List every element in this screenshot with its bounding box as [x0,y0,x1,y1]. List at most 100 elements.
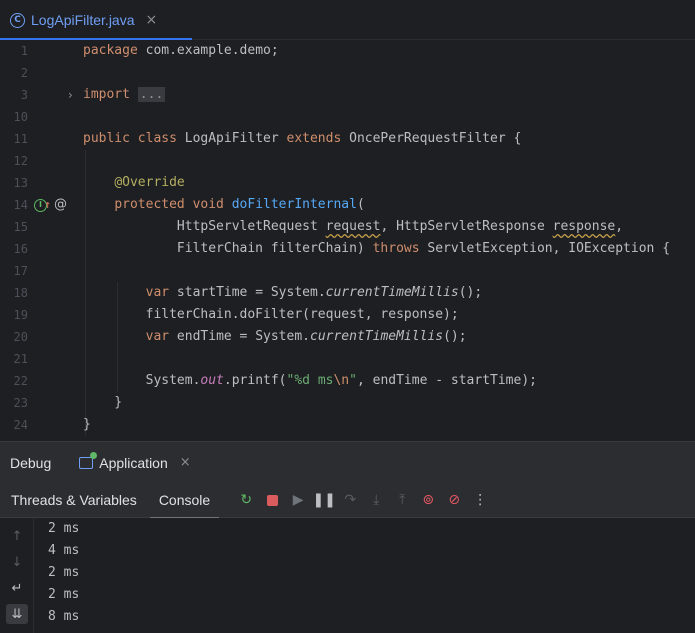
step-over-icon[interactable]: ↷ [337,487,363,513]
view-breakpoints-icon[interactable]: ⊚ [415,487,441,513]
code-line[interactable]: 20 var endTime = System.currentTimeMilli… [0,326,695,348]
code-line[interactable]: 11 public class LogApiFilter extends Once… [0,128,695,150]
code-token: currentTimeMillis [325,285,459,300]
down-arrow-icon[interactable]: ↓ [6,552,28,572]
code-token: LogApiFilter [176,131,287,146]
code-token: filterChain.doFilter(request, response); [83,307,459,322]
line-number: 19 [13,308,28,322]
code-line[interactable]: 1 package com.example.demo; [0,40,695,62]
line-number: 12 [13,154,28,168]
code-text: protected void doFilterInternal( [83,194,364,216]
code-token: FilterChain filterChain) [83,241,373,256]
code-token: System. [83,373,201,388]
mute-breakpoints-icon[interactable]: ⊘ [441,487,467,513]
code-text: var endTime = System.currentTimeMillis()… [83,326,467,348]
pause-icon[interactable]: ❚❚ [311,487,337,513]
code-token: endTime = System. [169,329,310,344]
console-output-line: 8 ms [48,609,80,624]
console-output-line: 2 ms [48,521,80,536]
code-token: currentTimeMillis [310,329,444,344]
code-line[interactable]: 14 I@ protected void doFilterInternal( [0,194,695,217]
step-into-icon[interactable]: ⤓ [363,487,389,513]
code-line[interactable]: 21 [0,348,695,370]
code-token: , HttpServletResponse [380,219,553,234]
code-token: " [349,373,357,388]
code-token: package [83,43,138,58]
code-token: .printf( [223,373,287,388]
code-token: out [200,373,224,388]
code-token: doFilterInternal [231,197,357,212]
stop-icon[interactable] [259,487,285,513]
line-number: 10 [13,110,28,124]
code-token: protected void [114,197,224,212]
line-number: 11 [13,132,28,146]
console-output-line: 2 ms [48,587,80,602]
code-token: import [83,87,130,102]
code-token: ServletException, IOException { [419,241,671,256]
code-line[interactable]: 15 HttpServletRequest request, HttpServl… [0,216,695,238]
more-icon[interactable]: ⋮ [467,487,493,513]
annotation-gutter-icon[interactable]: @ [54,194,67,216]
application-run-config-icon [79,451,98,469]
code-text: var startTime = System.currentTimeMillis… [83,282,483,304]
code-token: "%d ms [286,373,334,388]
code-token: \n [333,373,350,388]
rerun-icon[interactable]: ↻ [233,487,259,513]
console-side-toolbar: ↑ ↓ ↵ ⇊ [0,518,34,633]
code-token: var [145,285,170,300]
code-line[interactable]: 3 › import ... [0,84,695,106]
console-panel[interactable]: ↑ ↓ ↵ ⇊ 2 ms 4 ms 2 ms 2 ms 8 ms [0,518,695,633]
line-number: 14 [13,198,28,212]
step-out-icon[interactable]: ⤒ [389,487,415,513]
code-text: package com.example.demo; [83,40,279,62]
code-token: , endTime - startTime); [356,373,537,388]
up-arrow-icon[interactable]: ↑ [6,526,28,546]
code-line[interactable]: 23 } [0,392,695,414]
code-line[interactable]: 24} [0,414,695,436]
code-token: response [552,219,616,234]
line-number: 2 [20,66,28,80]
debug-toolbar: Threads & Variables Console ↻ ▶ ❚❚ ↷ ⤓ ⤒… [0,483,695,519]
line-number: 18 [13,286,28,300]
fold-expand-icon[interactable]: › [68,84,73,106]
code-line[interactable]: 22 System.out.printf("%d ms\n", endTime … [0,370,695,392]
console-output-line: 2 ms [48,565,80,580]
code-token: , [615,219,624,234]
tab-console[interactable]: Console [148,483,221,519]
code-line[interactable]: 10 [0,106,695,128]
close-icon[interactable]: × [180,455,191,470]
code-line[interactable]: 12 [0,150,695,172]
line-number: 22 [13,374,28,388]
line-number: 24 [13,418,28,432]
tab-threads-variables[interactable]: Threads & Variables [0,483,148,518]
code-line[interactable]: 18 var startTime = System.currentTimeMil… [0,282,695,304]
code-text: import ... [83,84,166,106]
line-number: 13 [13,176,28,190]
soft-wrap-icon[interactable]: ↵ [6,578,28,598]
session-tab-application[interactable]: Application × [79,442,191,484]
resume-icon[interactable]: ▶ [285,487,311,513]
overrides-method-icon[interactable]: I [34,195,51,217]
code-text: System.out.printf("%d ms\n", endTime - s… [83,370,537,392]
console-output-line: 4 ms [48,543,80,558]
java-class-icon: C [10,12,25,28]
code-line[interactable]: 17 [0,260,695,282]
file-tab-logapifilter[interactable]: C LogApiFilter.java × [0,0,192,41]
line-number: 3 [20,88,28,102]
code-line[interactable]: 2 [0,62,695,84]
debug-title: Debug [10,454,52,471]
code-text: public class LogApiFilter extends OncePe… [83,128,521,150]
code-line[interactable]: 13 @Override [0,172,695,194]
line-number: 21 [13,352,28,366]
code-token: var [145,329,170,344]
close-icon[interactable]: × [146,12,158,28]
editor-tab-bar: C LogApiFilter.java × [0,0,695,41]
code-line[interactable]: 16 FilterChain filterChain) throws Servl… [0,238,695,260]
code-token[interactable]: ... [137,87,166,102]
line-number: 23 [13,396,28,410]
code-line[interactable]: 19 filterChain.doFilter(request, respons… [0,304,695,326]
code-editor[interactable]: 1 package com.example.demo; 2 3 › import ... 1… [0,40,695,441]
scroll-to-end-icon[interactable]: ⇊ [6,604,28,624]
